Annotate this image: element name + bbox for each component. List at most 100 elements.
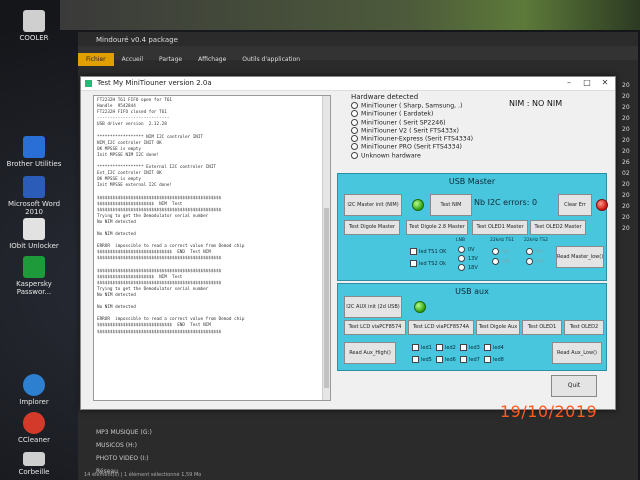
khz-ts1-off-radio[interactable]: Off [492, 258, 509, 265]
explorer-status-bar: 14 élément(s) | 1 élément sélectionné 1,… [84, 472, 202, 478]
tab-affichage[interactable]: Affichage [190, 53, 234, 66]
led3-checkbox[interactable]: led3 [460, 344, 480, 351]
desktop-icon-ccleaner[interactable]: CCleaner [4, 412, 64, 444]
test-oled2-master-button[interactable]: Test OLED2 Master [530, 220, 586, 235]
i2c-master-init-button[interactable]: I2C Master init (NIM) [344, 194, 402, 216]
lnb-13v-radio[interactable]: 13V [458, 255, 478, 262]
checkbox-icon [412, 356, 419, 363]
led1-checkbox[interactable]: led1 [412, 344, 432, 351]
khz-ts2-off-radio[interactable]: Off [526, 258, 543, 265]
led6-checkbox[interactable]: led6 [436, 356, 456, 363]
hardware-detected-group: Hardware detected MiniTiouner ( Sharp, S… [351, 93, 511, 160]
desktop-icon-brother[interactable]: Brother Utilities [4, 136, 64, 168]
minimize-button[interactable]: – [561, 78, 577, 87]
led8-checkbox[interactable]: led8 [484, 356, 504, 363]
test-oled1-aux-button[interactable]: Test OLED1 [522, 320, 562, 335]
led5-checkbox[interactable]: led5 [412, 356, 432, 363]
lnb-18v-radio[interactable]: 18V [458, 264, 478, 271]
radio-icon [526, 248, 533, 255]
tab-partage[interactable]: Partage [151, 53, 190, 66]
nav-item-photo-video[interactable]: PHOTO VIDEO (I:) [96, 452, 152, 465]
log-text: FT2232H T61 FIFO open for T61 Handle 954… [97, 98, 245, 335]
i2c-errors-readout: Nb I2C errors: 0 [474, 198, 538, 207]
desktop-icon-recycle-bin[interactable]: Corbeille [4, 452, 64, 476]
nav-item-musicos[interactable]: MUSICOS (H:) [96, 439, 152, 452]
recycle-bin-icon [23, 452, 45, 466]
radio-icon [492, 248, 499, 255]
usb-aux-title: USB aux [455, 287, 489, 296]
radio-icon [351, 102, 358, 109]
radio-icon [526, 258, 533, 265]
desktop-icon-implorer[interactable]: Implorer [4, 374, 64, 406]
read-aux-low-button[interactable]: Read Aux_Low() [552, 342, 602, 364]
hw-option-express[interactable]: MiniTiouner-Express (Serit FTS4334) [351, 135, 511, 143]
close-button[interactable]: ✕ [597, 78, 613, 87]
i2c-aux-init-button[interactable]: I2C AUX init (2d USB) [344, 296, 402, 318]
quit-button[interactable]: Quit [551, 375, 597, 397]
radio-icon [458, 246, 465, 253]
clear-errors-button[interactable]: Clear Err [558, 194, 592, 216]
checkbox-icon [436, 344, 443, 351]
desktop-icon-word[interactable]: Microsoft Word 2010 [4, 176, 64, 216]
khz-ts1-on-radio[interactable]: On [492, 248, 509, 255]
checkbox-icon [412, 344, 419, 351]
radio-icon [351, 135, 358, 143]
checkbox-icon [410, 248, 417, 255]
cooler-icon [23, 10, 45, 32]
led4-checkbox[interactable]: led4 [484, 344, 504, 351]
radio-icon [351, 118, 358, 126]
test-nim-button[interactable]: Test NIM [430, 194, 472, 216]
test-digole-28-master-button[interactable]: Test Digole 2.8 Master [406, 220, 468, 235]
test-oled2-aux-button[interactable]: Test OLED2 [564, 320, 604, 335]
read-master-low-button[interactable]: Read Master_low() [556, 246, 604, 268]
led7-checkbox[interactable]: led7 [460, 356, 480, 363]
desktop-icon-kaspersky[interactable]: Kaspersky Passwor... [4, 256, 64, 296]
test-lcd-pcf8574-button[interactable]: Test LCD viaPCF8574 [344, 320, 406, 335]
desktop-icon-iobit[interactable]: IObit Unlocker [4, 218, 64, 250]
log-scrollbar[interactable] [322, 96, 330, 400]
checkbox-icon [460, 356, 467, 363]
read-aux-high-button[interactable]: Read Aux_High() [344, 342, 396, 364]
led-ts2-checkbox[interactable]: led TS2 Ok [410, 260, 446, 267]
radio-icon [351, 151, 358, 159]
hardware-detected-label: Hardware detected [351, 93, 419, 101]
test-oled1-master-button[interactable]: Test OLED1 Master [472, 220, 528, 235]
hw-option-sp2246[interactable]: MiniTiouner ( Serit SP2246) [351, 118, 511, 127]
word-icon [23, 176, 45, 198]
ccleaner-icon [23, 412, 45, 434]
led-ts1-checkbox[interactable]: led TS1 OK [410, 248, 446, 255]
nav-item-mp3[interactable]: MP3 MUSIQUE (G:) [96, 426, 152, 439]
test-digole-aux-button[interactable]: Test Digole Aux [476, 320, 520, 335]
explorer-nav-list: MP3 MUSIQUE (G:) MUSICOS (H:) PHOTO VIDE… [96, 426, 152, 478]
hw-option-unknown[interactable]: Unknown hardware [351, 151, 511, 160]
radio-icon [492, 258, 499, 265]
iobit-unlocker-icon [23, 218, 45, 240]
app-titlebar: Test My MiniTiouner version 2.0a – □ ✕ [81, 77, 615, 91]
tab-accueil[interactable]: Accueil [114, 53, 151, 66]
lnb-0v-radio[interactable]: 0V [458, 246, 475, 253]
error-status-led [596, 199, 608, 211]
hw-option-v2[interactable]: MiniTiouner V2 ( Serit FTS433x) [351, 126, 511, 135]
app-icon [85, 80, 92, 87]
minitiouner-test-window: Test My MiniTiouner version 2.0a – □ ✕ F… [80, 76, 616, 410]
internet-explorer-icon [23, 374, 45, 396]
khz-ts1-label: 22kHz TS1 [490, 238, 514, 243]
checkbox-icon [484, 356, 491, 363]
led2-checkbox[interactable]: led2 [436, 344, 456, 351]
hw-option-eardatek[interactable]: MiniTiouner ( Eardatek) [351, 110, 511, 118]
photo-date-stamp: 19/10/2019 [500, 402, 598, 421]
test-lcd-pcf8574a-button[interactable]: Test LCD viaPCF8574A [408, 320, 474, 335]
desktop-icon-cooler[interactable]: COOLER [4, 10, 64, 42]
hw-option-pro[interactable]: MiniTiouner PRO (Serit FTS4334) [351, 143, 511, 151]
tab-fichier[interactable]: Fichier [78, 53, 114, 66]
khz-ts2-label: 22kHz TS2 [524, 238, 548, 243]
log-scrollbar-thumb[interactable] [324, 208, 329, 388]
test-digole-master-button[interactable]: Test Digole Master [344, 220, 400, 235]
maximize-button[interactable]: □ [579, 78, 595, 87]
hw-option-sharp[interactable]: MiniTiouner ( Sharp, Samsung, .) [351, 102, 511, 110]
nim-status: NIM : NO NIM [509, 99, 563, 108]
log-textbox[interactable]: FT2232H T61 FIFO open for T61 Handle 954… [93, 95, 331, 401]
master-status-led [412, 199, 424, 211]
khz-ts2-on-radio[interactable]: On [526, 248, 543, 255]
tab-outils[interactable]: Outils d'application [234, 53, 308, 66]
